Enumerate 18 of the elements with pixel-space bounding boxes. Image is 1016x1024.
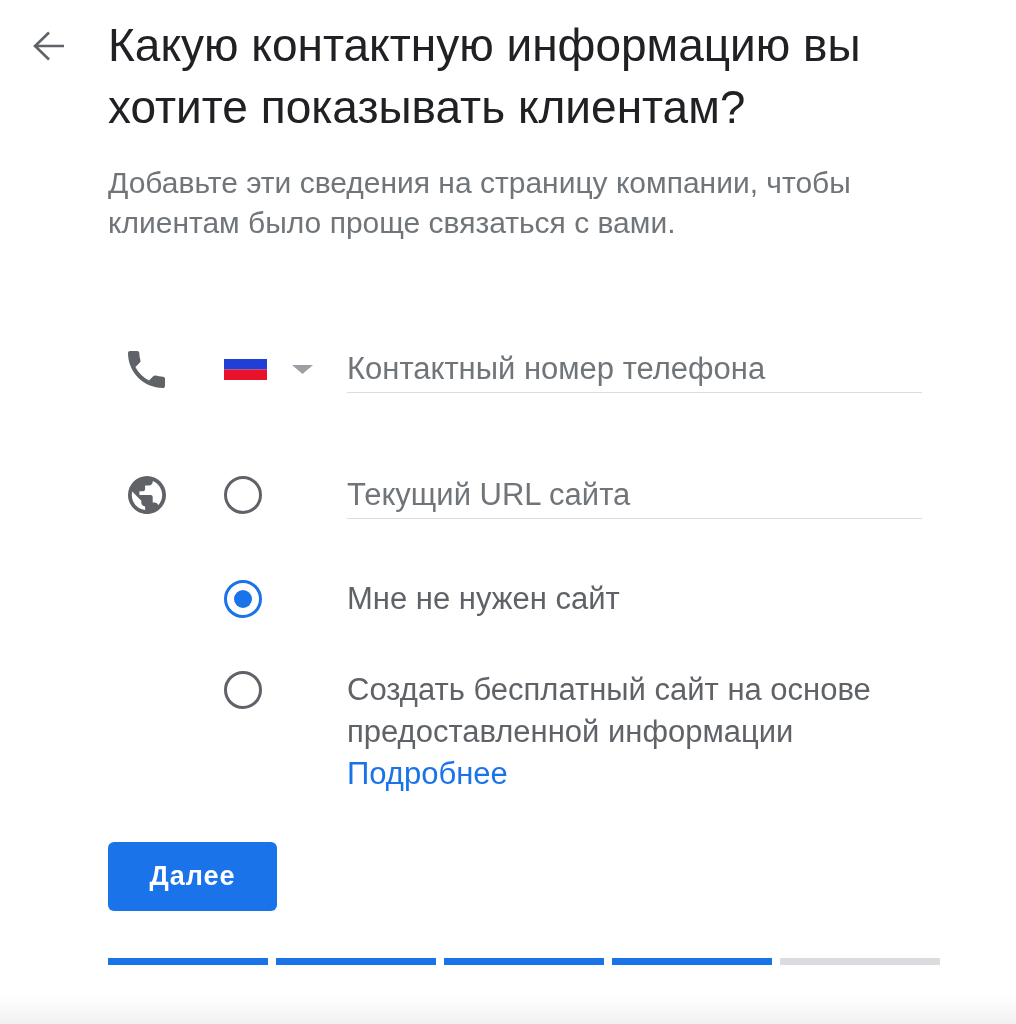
caret-icon bbox=[292, 364, 313, 374]
phone-icon bbox=[128, 350, 165, 388]
page-title: Какую контактную информацию вы хотите показывать клиентам? bbox=[108, 18, 862, 135]
flag-icon bbox=[224, 358, 267, 380]
phone-field[interactable]: Контактный номер телефона bbox=[347, 345, 922, 393]
option-label: Мне не нужен сайт bbox=[347, 580, 620, 618]
back-button[interactable] bbox=[33, 31, 64, 61]
next-button[interactable]: Далее bbox=[108, 842, 277, 911]
back-arrow-icon bbox=[33, 31, 64, 61]
website-url-field[interactable]: Текущий URL сайта bbox=[347, 471, 922, 519]
globe-icon bbox=[128, 476, 166, 514]
page-subtitle: Добавьте эти сведения на страницу компании, чтобы клиентам было проще связаться с вами. bbox=[108, 165, 852, 241]
radio-button[interactable] bbox=[224, 476, 262, 514]
radio-button[interactable] bbox=[224, 580, 262, 618]
learn-more-link[interactable]: Подробнее bbox=[347, 753, 508, 795]
radio-button[interactable] bbox=[224, 671, 262, 709]
country-dropdown[interactable] bbox=[224, 358, 313, 380]
option-label: Создать бесплатный сайт на основе предоставленной информации bbox=[347, 671, 872, 751]
